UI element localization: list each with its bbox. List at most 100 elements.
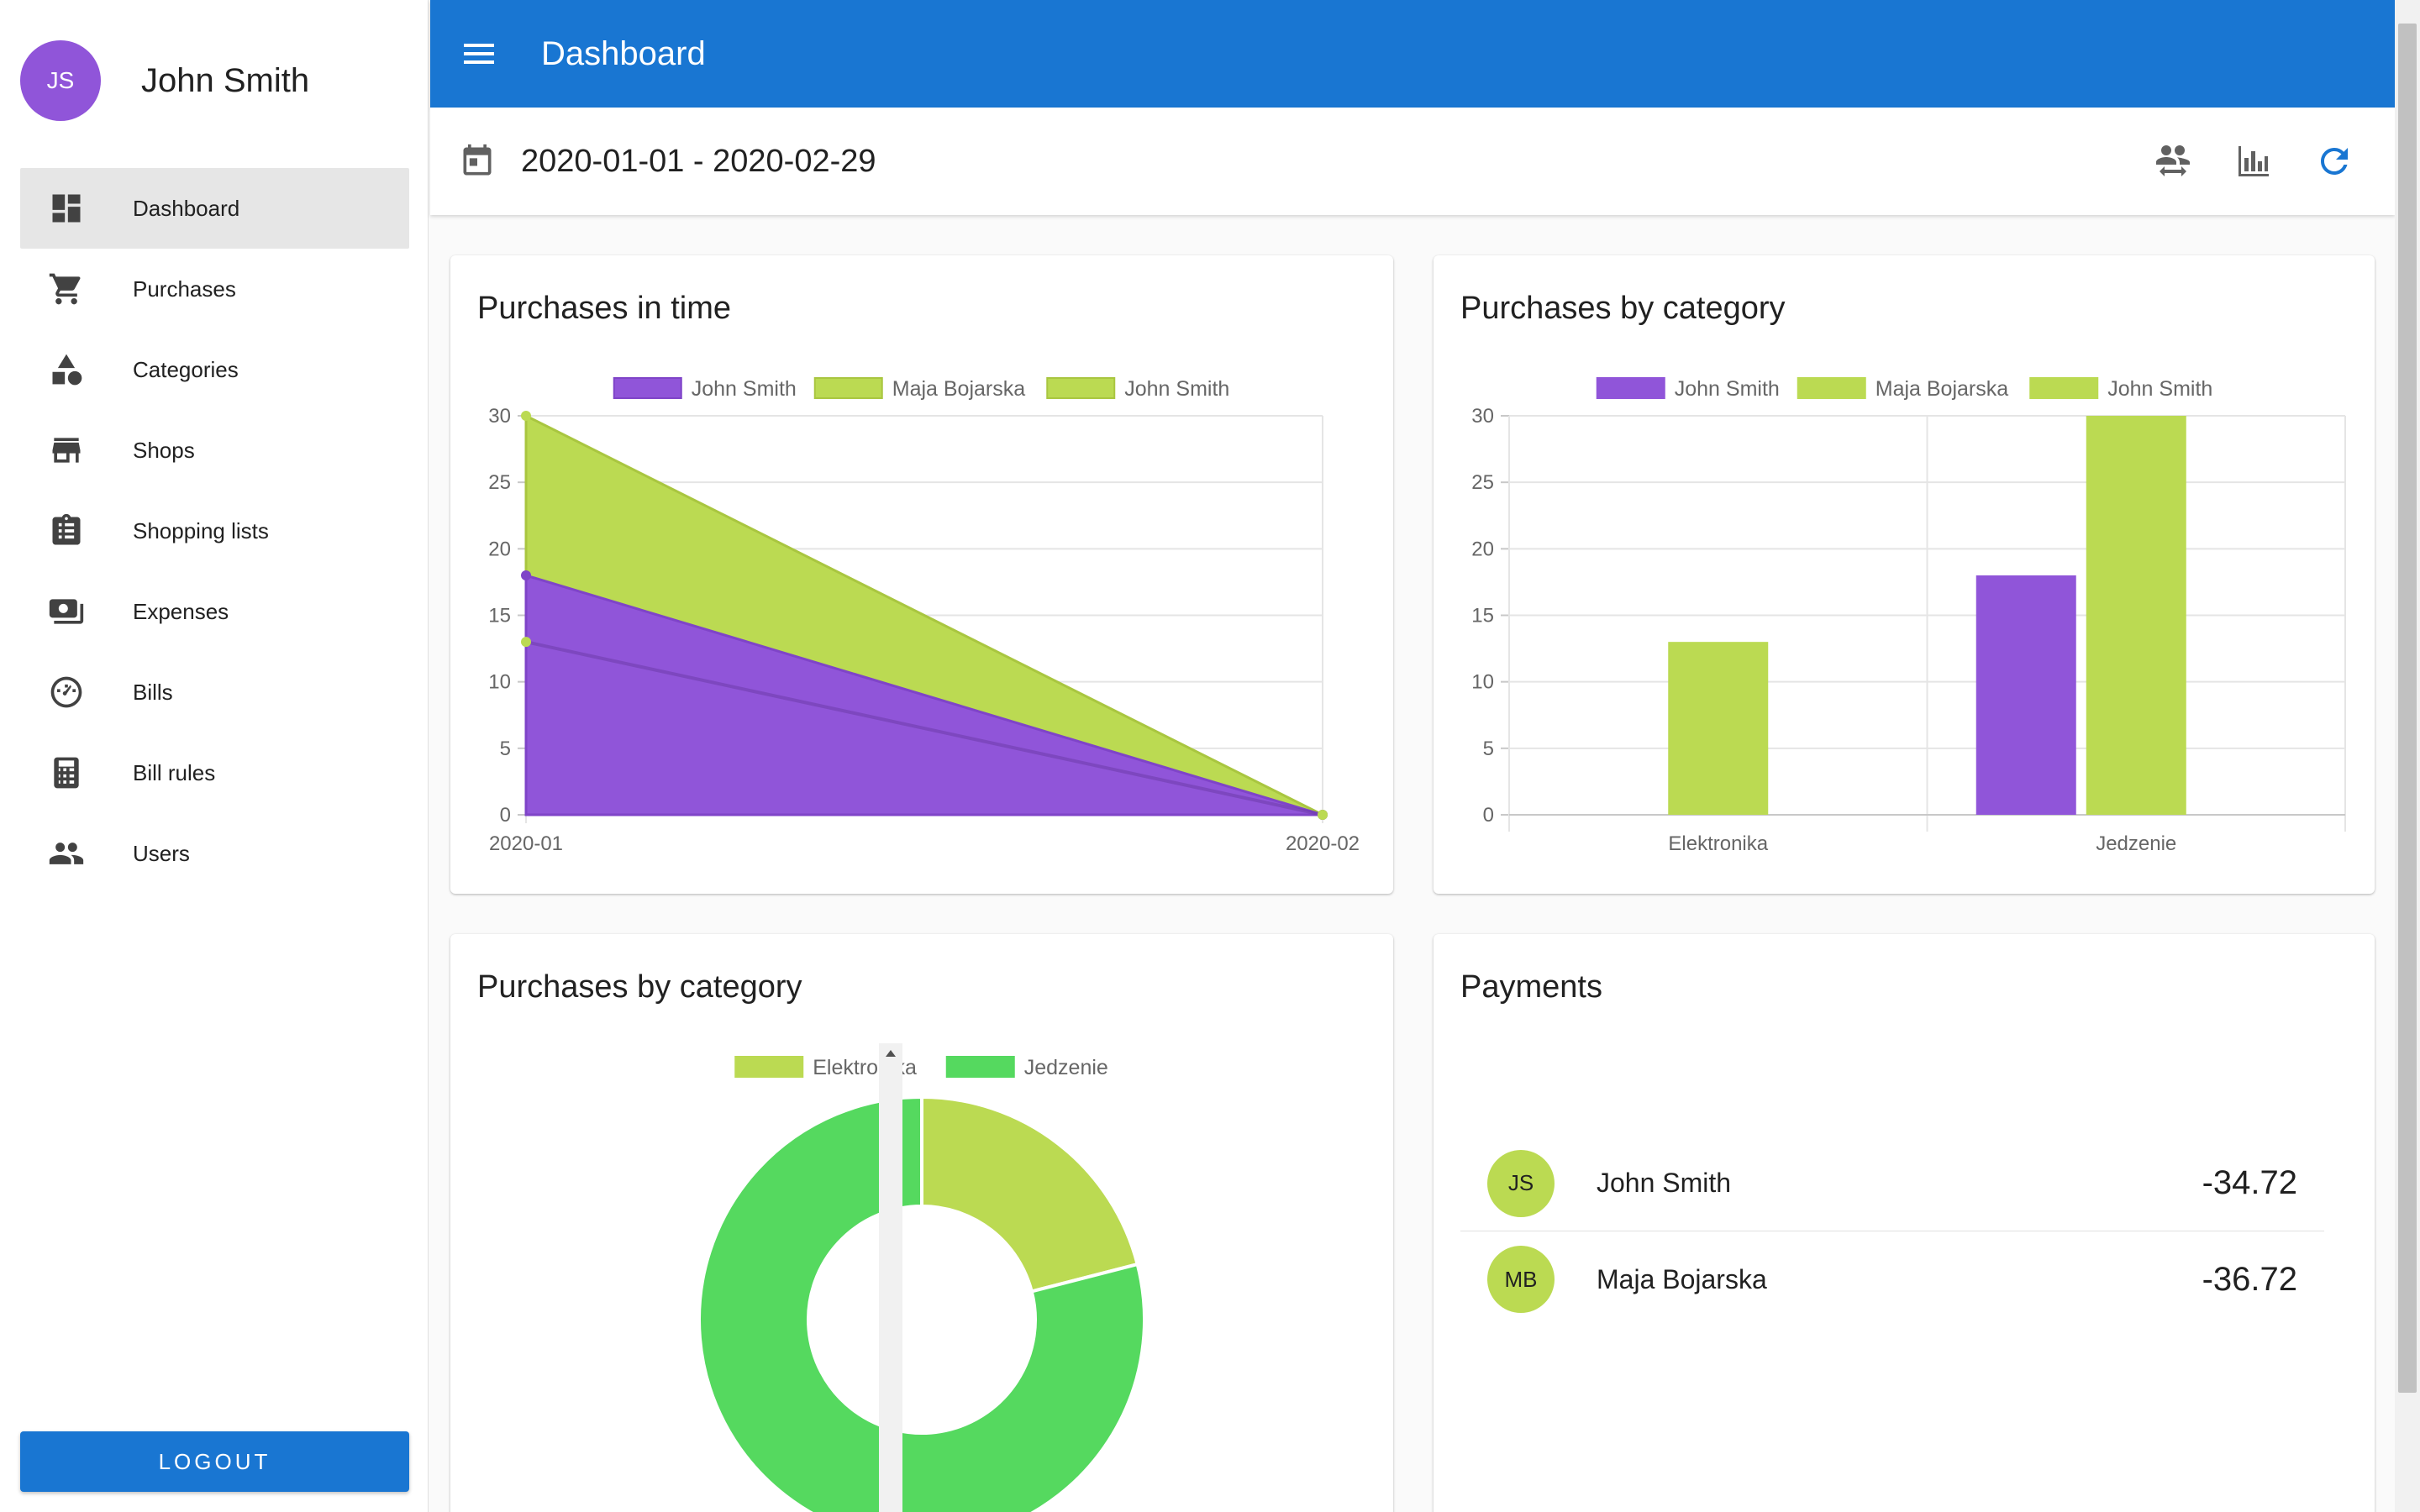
y-tick-label: 20 — [1471, 538, 1494, 560]
sidebar-item-categories[interactable]: Categories — [20, 329, 409, 410]
chart-legend: John Smith Maja Bojarska John Smith — [1596, 377, 2212, 401]
card-title: Payments — [1460, 969, 1602, 1005]
payment-amount: -34.72 — [2202, 1164, 2297, 1201]
legend-swatch — [813, 377, 883, 399]
chart-legend: Elektronika Jedzenie — [734, 1056, 1108, 1079]
people-icon — [20, 835, 113, 872]
logout-button[interactable]: LOGOUT — [20, 1431, 409, 1492]
y-tick-label: 25 — [488, 471, 511, 494]
list-item[interactable]: JS John Smith -34.72 — [1460, 1136, 2324, 1231]
y-tick-label: 0 — [1483, 804, 1494, 827]
chart-legend: John Smith Maja Bojarska John Smith — [613, 377, 1229, 401]
y-tick-label: 10 — [488, 671, 511, 694]
sidebar-item-label: Bills — [133, 679, 173, 705]
avatar: MB — [1487, 1246, 1555, 1313]
data-point — [521, 411, 531, 421]
cart-icon — [20, 270, 113, 307]
area-chart: John Smith Maja Bojarska John Smith 0 5 10 15 2… — [488, 377, 1360, 855]
refresh-icon[interactable] — [2314, 138, 2354, 185]
y-tick-label: 15 — [1471, 605, 1494, 627]
legend-swatch — [1046, 377, 1116, 399]
sidebar-item-bill-rules[interactable]: Bill rules — [20, 732, 409, 813]
page-title: Dashboard — [541, 34, 706, 72]
bar — [2086, 416, 2186, 815]
bar-chart: John Smith Maja Bojarska John Smith 0 5 10 15 2… — [1471, 377, 2346, 855]
data-point — [521, 637, 531, 648]
x-tick-label: 2020-02 — [1286, 832, 1360, 855]
sidebar-item-shops[interactable]: Shops — [20, 410, 409, 491]
categories-icon — [20, 351, 113, 388]
y-tick-label: 10 — [1471, 671, 1494, 694]
legend-label: John Smith — [1675, 377, 1780, 401]
card-purchases-in-time: Purchases in time John Smith Maja Bojarsk… — [450, 255, 1393, 894]
sidebar-item-dashboard[interactable]: Dashboard — [20, 168, 409, 249]
legend-label: Jedzenie — [1024, 1056, 1108, 1079]
legend-swatch — [2029, 377, 2099, 399]
y-tick-label: 30 — [488, 405, 511, 428]
sidebar-item-bills[interactable]: Bills — [20, 652, 409, 732]
legend-swatch — [734, 1056, 804, 1078]
app-root: JS John Smith Dashboard Purchases Catego… — [0, 0, 2420, 1512]
y-tick-label: 25 — [1471, 471, 1494, 494]
legend-swatch — [1797, 377, 1866, 399]
sidebar-item-label: Categories — [133, 356, 239, 382]
legend-label: Maja Bojarska — [1876, 377, 2008, 401]
hamburger-menu-icon[interactable] — [459, 34, 499, 74]
sidebar-item-users[interactable]: Users — [20, 813, 409, 894]
y-tick-label: 20 — [488, 538, 511, 560]
sidebar-item-purchases[interactable]: Purchases — [20, 249, 409, 329]
sidebar-item-shopping-lists[interactable]: Shopping lists — [20, 491, 409, 571]
calendar-icon[interactable] — [459, 143, 496, 180]
payments-scrollbar[interactable] — [879, 1043, 902, 1512]
sidebar-item-expenses[interactable]: Expenses — [20, 571, 409, 652]
page-scrollbar[interactable] — [2395, 0, 2420, 1512]
legend-label: John Smith — [2107, 377, 2212, 401]
sidebar-item-label: Users — [133, 840, 190, 866]
legend-swatch — [945, 1056, 1015, 1078]
scroll-up-arrow-icon[interactable] — [886, 1050, 896, 1057]
avatar: JS — [20, 40, 101, 121]
sidebar-item-label: Expenses — [133, 598, 229, 624]
bar — [1975, 575, 2076, 815]
calculator-icon — [20, 754, 113, 791]
toolbar-actions — [2153, 138, 2354, 185]
card-purchases-by-category-pie: Purchases by category Elektronika Jedzeni… — [450, 934, 1393, 1512]
card-payments: Payments JS John Smith -34.72 MB Maja Bo… — [1434, 934, 2375, 1512]
app-bar: Dashboard — [430, 0, 2395, 108]
date-toolbar: 2020-01-01 - 2020-02-29 — [430, 108, 2395, 215]
scrollbar-thumb[interactable] — [2398, 24, 2417, 1393]
y-tick-label: 5 — [500, 738, 511, 760]
data-point — [521, 570, 531, 580]
card-purchases-by-category-bar: Purchases by category John Smith Maja Boj… — [1434, 255, 2375, 894]
pie-slice — [920, 1095, 1140, 1294]
bar — [1668, 642, 1769, 815]
sidebar-item-label: Dashboard — [133, 195, 240, 221]
clipboard-list-icon — [20, 512, 113, 549]
legend-label: Maja Bojarska — [892, 377, 1025, 401]
user-profile: JS John Smith — [20, 40, 309, 121]
donut-chart: Elektronika Jedzenie — [697, 1056, 1146, 1512]
date-range[interactable]: 2020-01-01 - 2020-02-29 — [521, 144, 876, 180]
payment-amount: -36.72 — [2202, 1260, 2297, 1298]
y-tick-label: 15 — [488, 605, 511, 627]
list-item[interactable]: MB Maja Bojarska -36.72 — [1460, 1231, 2324, 1327]
x-tick-label: Jedzenie — [2096, 832, 2176, 855]
users-transfer-icon[interactable] — [2153, 138, 2193, 185]
user-name: John Smith — [141, 61, 310, 99]
legend-label: John Smith — [692, 377, 797, 401]
payment-name: John Smith — [1597, 1168, 1732, 1198]
sidebar-item-label: Purchases — [133, 276, 236, 302]
bar-chart-icon[interactable] — [2233, 138, 2274, 185]
y-tick-label: 5 — [1483, 738, 1494, 760]
sidebar: JS John Smith Dashboard Purchases Catego… — [0, 0, 429, 1512]
payment-name: Maja Bojarska — [1597, 1263, 1767, 1294]
legend-swatch — [613, 377, 682, 399]
y-tick-label: 30 — [1471, 405, 1494, 428]
x-tick-label: Elektronika — [1668, 832, 1768, 855]
area-series-john-smith — [524, 573, 1323, 816]
legend-swatch — [1596, 377, 1665, 399]
x-tick-label: 2020-01 — [489, 832, 563, 855]
gauge-icon — [20, 674, 113, 711]
y-tick-label: 0 — [500, 804, 511, 827]
sidebar-item-label: Bill rules — [133, 759, 216, 785]
